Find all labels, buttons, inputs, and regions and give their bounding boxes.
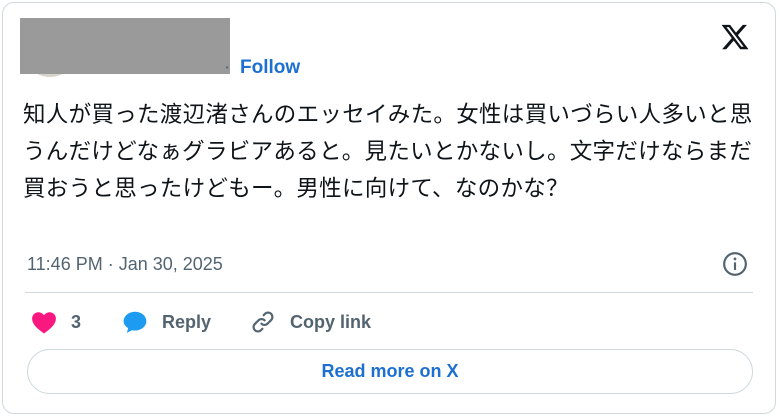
separator-dot: · (224, 57, 231, 78)
tweet-timestamp[interactable]: 11:46 PM · Jan 30, 2025 (27, 252, 223, 276)
reply-button[interactable]: Reply (122, 308, 211, 336)
like-count: 3 (71, 312, 82, 332)
info-icon[interactable] (722, 251, 748, 277)
link-icon (252, 311, 274, 333)
follow-button[interactable]: Follow (240, 56, 300, 80)
reply-label: Reply (162, 312, 212, 332)
copy-link-button[interactable]: Copy link (250, 308, 371, 336)
heart-icon (32, 312, 56, 334)
tweet-text: 知人が買った渡辺渚さんのエッセイみた。女性は買いづらい人多いと思うんだけどなぁグ… (23, 102, 753, 201)
read-more-button[interactable]: Read more on X (27, 349, 753, 394)
like-button[interactable]: 3 (31, 308, 81, 336)
copy-link-label: Copy link (290, 312, 372, 332)
redacted-author-name (20, 18, 230, 74)
reply-bubble-icon (123, 311, 147, 333)
x-logo-icon[interactable] (720, 22, 750, 52)
divider (25, 292, 753, 293)
